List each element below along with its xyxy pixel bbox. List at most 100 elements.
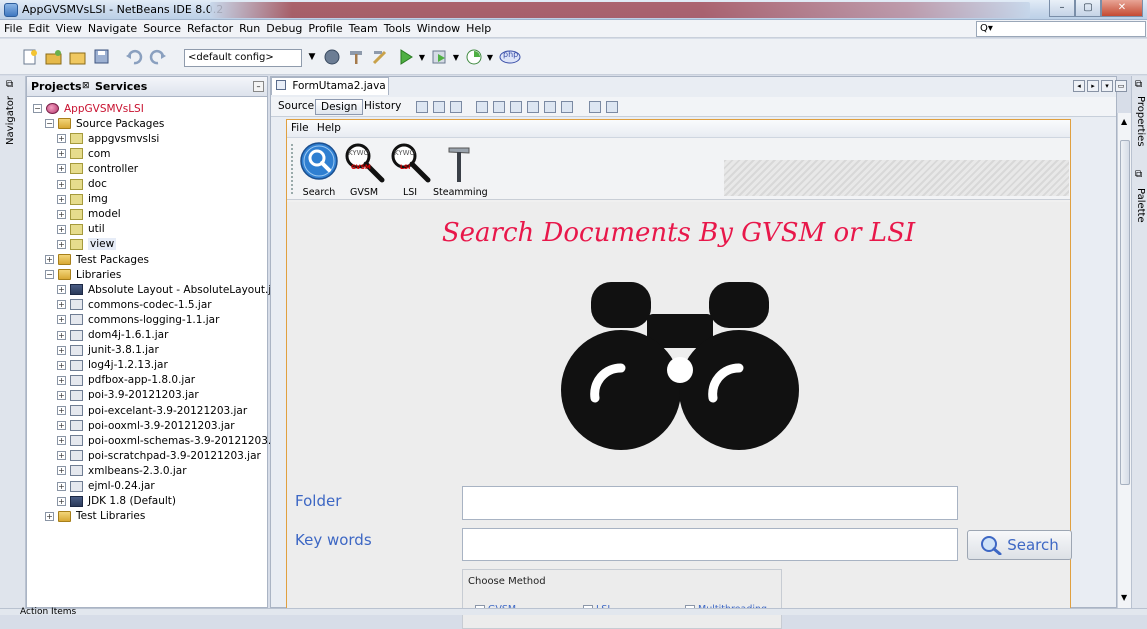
preview-design-icon[interactable] — [450, 101, 462, 113]
close-button[interactable]: ✕ — [1101, 0, 1143, 17]
keywords-input[interactable] — [462, 528, 958, 561]
tree-item[interactable]: + doc — [57, 177, 107, 192]
expand-icon[interactable]: + — [57, 179, 66, 189]
tool-lsi-button[interactable]: KYWO LSI LSI — [387, 142, 433, 198]
minimize-panel-icon[interactable]: – — [253, 81, 264, 92]
tree-item[interactable]: + commons-codec-1.5.jar — [57, 297, 212, 312]
tree-item[interactable]: + Absolute Layout - AbsoluteLayout.jar — [57, 282, 282, 297]
expand-icon[interactable]: + — [57, 466, 66, 476]
tab-projects[interactable]: Projects — [31, 80, 82, 93]
view-design-button[interactable]: Design — [315, 99, 364, 115]
menu-debug[interactable]: Debug — [266, 22, 302, 35]
navigator-tab[interactable]: Navigator — [5, 96, 16, 145]
globe-icon[interactable] — [322, 47, 342, 67]
view-source-button[interactable]: Source — [273, 99, 319, 115]
tree-item[interactable]: + view — [57, 237, 117, 252]
scroll-up-icon[interactable]: ▲ — [1121, 117, 1127, 126]
tool-gvsm-button[interactable]: KYWO GVSM GVSM — [341, 142, 387, 198]
profile-dropdown-icon[interactable]: ▼ — [480, 47, 500, 67]
expand-icon[interactable]: + — [57, 194, 66, 204]
run-dropdown-icon[interactable]: ▼ — [412, 47, 432, 67]
scroll-down-icon[interactable]: ▼ — [1121, 593, 1127, 602]
expand-icon[interactable]: + — [57, 390, 66, 400]
expand-icon[interactable]: + — [57, 451, 66, 461]
expand-icon[interactable]: + — [57, 315, 66, 325]
palette-tab[interactable]: Palette — [1135, 188, 1146, 223]
menu-file[interactable]: File — [4, 22, 22, 35]
connection-mode-icon[interactable] — [433, 101, 445, 113]
menu-window[interactable]: Window — [417, 22, 460, 35]
menu-view[interactable]: View — [56, 22, 82, 35]
expand-icon[interactable]: + — [57, 285, 66, 295]
align-top-icon[interactable] — [527, 101, 539, 113]
form-menu-help[interactable]: Help — [317, 122, 341, 134]
tree-item[interactable]: + xmlbeans-2.3.0.jar — [57, 463, 187, 478]
expand-icon[interactable]: + — [45, 255, 54, 264]
config-dropdown-icon[interactable]: ▼ — [302, 47, 322, 67]
menu-help[interactable]: Help — [466, 22, 491, 35]
center-vertical-icon[interactable] — [561, 101, 573, 113]
expand-icon[interactable]: + — [57, 481, 66, 491]
tree-item[interactable]: + poi-ooxml-schemas-3.9-20121203.jar — [57, 433, 285, 448]
tab-close-icon[interactable]: ⊠ — [82, 81, 90, 91]
expand-icon[interactable]: + — [57, 300, 66, 310]
tree-item[interactable]: + ejml-0.24.jar — [57, 479, 155, 494]
php-icon[interactable]: php — [498, 47, 522, 67]
expand-icon[interactable]: + — [57, 360, 66, 370]
window-restore-icon[interactable]: ⧉ — [1135, 79, 1142, 90]
minimize-button[interactable]: – — [1049, 0, 1075, 17]
tree-item[interactable]: + junit-3.8.1.jar — [57, 343, 159, 358]
tree-item[interactable]: + commons-logging-1.1.jar — [57, 312, 219, 327]
tree-item[interactable]: + model — [57, 207, 121, 222]
tree-item[interactable]: + poi-3.9-20121203.jar — [57, 388, 199, 403]
view-history-button[interactable]: History — [359, 99, 406, 115]
expand-icon[interactable]: + — [57, 421, 66, 431]
tree-item[interactable]: + img — [57, 192, 108, 207]
new-project-icon[interactable] — [44, 47, 64, 67]
debug-dropdown-icon[interactable]: ▼ — [446, 47, 466, 67]
selection-mode-icon[interactable] — [416, 101, 428, 113]
tree-item[interactable]: − Libraries — [45, 267, 121, 282]
align-left-icon[interactable] — [476, 101, 488, 113]
properties-tab[interactable]: Properties — [1135, 96, 1146, 147]
tree-item[interactable]: + log4j-1.2.13.jar — [57, 358, 168, 373]
file-tab[interactable]: FormUtama2.java ⊠ — [271, 77, 389, 108]
ide-search-input[interactable]: Q▾ — [976, 21, 1146, 37]
resize-vertical-icon[interactable] — [606, 101, 618, 113]
hammer-icon[interactable] — [346, 47, 366, 67]
maximize-editor-icon[interactable]: ▭ — [1115, 80, 1127, 92]
expand-icon[interactable]: + — [57, 209, 66, 219]
tool-search-button[interactable]: Search — [297, 142, 341, 198]
menu-team[interactable]: Team — [349, 22, 378, 35]
tree-item[interactable]: − AppGVSMVsLSI — [33, 101, 144, 116]
align-bottom-icon[interactable] — [544, 101, 556, 113]
maximize-button[interactable]: ▢ — [1075, 0, 1101, 17]
expand-icon[interactable]: + — [57, 134, 66, 144]
tree-item[interactable]: + Test Libraries — [45, 509, 145, 524]
collapse-icon[interactable]: − — [45, 270, 54, 280]
scroll-tabs-right-icon[interactable]: ▸ — [1087, 80, 1099, 92]
action-items-tab[interactable]: Action Items — [20, 607, 76, 617]
tab-list-icon[interactable]: ▾ — [1101, 80, 1113, 92]
menu-navigate[interactable]: Navigate — [88, 22, 137, 35]
menu-edit[interactable]: Edit — [28, 22, 49, 35]
expand-icon[interactable]: + — [57, 436, 66, 446]
expand-icon[interactable]: + — [57, 224, 66, 234]
tree-item[interactable]: + appgvsmvslsi — [57, 131, 159, 146]
tree-item[interactable]: + controller — [57, 161, 138, 176]
tree-item[interactable]: + poi-scratchpad-3.9-20121203.jar — [57, 448, 261, 463]
menu-tools[interactable]: Tools — [384, 22, 411, 35]
expand-icon[interactable]: + — [45, 511, 54, 521]
expand-icon[interactable]: + — [57, 406, 66, 415]
align-right-icon[interactable] — [493, 101, 505, 113]
tree-item[interactable]: + JDK 1.8 (Default) — [57, 494, 176, 509]
tool-steamming-button[interactable]: Steamming — [433, 142, 488, 198]
expand-icon[interactable]: + — [57, 330, 66, 340]
tree-item[interactable]: + Test Packages — [45, 252, 149, 267]
expand-icon[interactable]: + — [57, 239, 66, 249]
save-all-icon[interactable] — [92, 47, 112, 67]
menu-refactor[interactable]: Refactor — [187, 22, 233, 35]
expand-icon[interactable]: + — [57, 149, 66, 159]
redo-icon[interactable] — [148, 47, 168, 67]
config-select[interactable]: <default config> — [184, 49, 302, 67]
